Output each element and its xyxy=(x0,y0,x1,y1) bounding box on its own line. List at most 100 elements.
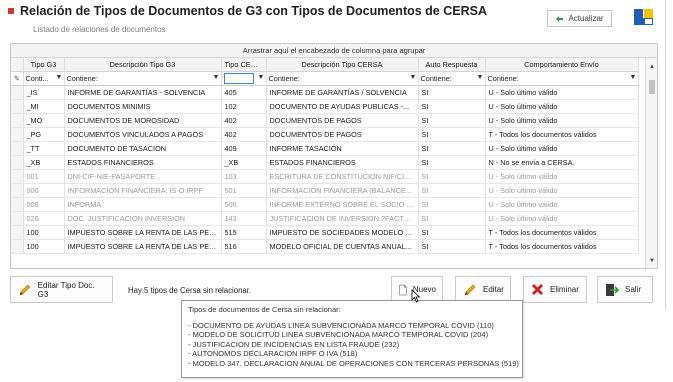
row-indicator[interactable] xyxy=(11,127,24,142)
cell-comportamiento[interactable]: U - Solo último válido xyxy=(485,211,639,226)
cell-auto-respuesta[interactable]: SI xyxy=(418,183,486,198)
cell-desc-g3[interactable]: DOC. JUSTIFICACION INVERSION xyxy=(64,211,222,226)
table-row[interactable]: _IS INFORME DE GARANTÍAS - SOLVENCIA 405 IN… xyxy=(11,85,639,100)
cell-tipo-g3[interactable]: 001 xyxy=(23,169,65,184)
cell-desc-g3[interactable]: DOCUMENTO DE TASACION xyxy=(64,141,222,156)
filter-icon[interactable]: ▼ xyxy=(477,74,484,81)
edit-button[interactable]: Editar xyxy=(455,276,511,303)
cell-tipo-g3[interactable]: 100 xyxy=(23,225,65,240)
edit-type-g3-button[interactable]: Editar Tipo Doc. G3 xyxy=(10,276,113,303)
cell-auto-respuesta[interactable]: SI xyxy=(418,169,486,184)
cell-desc-cersa[interactable]: DOCUMENTO DE AYUDAS PUBLICAS -... xyxy=(266,99,419,114)
cell-desc-g3[interactable]: ESTADOS FINANCIEROS xyxy=(64,155,222,170)
column-header-tipo-cersa[interactable]: Tipo CERSA xyxy=(221,58,267,72)
filter-tipo-cersa[interactable]: ▼ xyxy=(221,71,267,86)
cell-tipo-g3[interactable]: 026 xyxy=(23,211,65,226)
cell-tipo-g3[interactable]: _MO xyxy=(23,113,65,128)
cell-desc-cersa[interactable]: ESTADOS FINANCIEROS xyxy=(266,155,419,170)
table-row[interactable]: _TT DOCUMENTO DE TASACION 409 INFORME TASAC… xyxy=(11,141,639,156)
row-indicator[interactable] xyxy=(11,225,24,240)
table-row[interactable]: 026 DOC. JUSTIFICACION INVERSION 143 JUSTIF… xyxy=(11,211,639,226)
row-indicator[interactable] xyxy=(11,99,24,114)
cell-desc-g3[interactable]: IMPUESTO SOBRE LA RENTA DE LAS PERS... xyxy=(64,225,222,240)
cell-comportamiento[interactable]: U - Solo último válido xyxy=(485,85,639,100)
filter-icon[interactable]: ▼ xyxy=(410,74,417,81)
cell-tipo-g3[interactable]: _XB xyxy=(23,155,65,170)
filter-desc-cersa[interactable]: Contiene: ▼ xyxy=(266,71,419,86)
row-indicator[interactable] xyxy=(11,211,24,226)
cell-desc-cersa[interactable]: INFORME EXTERNO SOBRE EL SOCIO (I... xyxy=(266,197,419,212)
row-indicator[interactable] xyxy=(11,141,24,156)
cell-desc-cersa[interactable]: IMPUESTO DE SOCIEDADES MODELO 2... xyxy=(266,225,419,240)
cell-comportamiento[interactable]: U - Solo último válido xyxy=(485,99,639,114)
column-header-desc-cersa[interactable]: Descripción Tipo CERSA xyxy=(266,58,419,72)
table-row[interactable]: _MO DOCUMENTOS DE MOROSIDAD 402 DOCUMENTOS … xyxy=(11,113,639,128)
delete-button[interactable]: Eliminar xyxy=(523,276,587,303)
cell-tipo-g3[interactable]: _PG xyxy=(23,127,65,142)
column-header-tipo-g3[interactable]: Tipo G3 xyxy=(23,58,65,72)
cell-tipo-g3[interactable]: 100 xyxy=(23,239,65,254)
column-header-comportamiento[interactable]: Comportamiento Envío xyxy=(485,58,639,72)
cell-desc-g3[interactable]: INFORMACIÓN FINANCIERA: IS O IRPF xyxy=(64,183,222,198)
cell-tipo-cersa[interactable]: _XB xyxy=(221,155,267,170)
table-row[interactable]: _MI DOCUMENTOS MINIMIS 102 DOCUMENTO DE AYU… xyxy=(11,99,639,114)
cell-comportamiento[interactable]: T - Todos los documentos válidos xyxy=(485,225,639,240)
table-row[interactable]: _XB ESTADOS FINANCIEROS _XB ESTADOS FINANCI… xyxy=(11,155,639,170)
cell-tipo-cersa[interactable]: 516 xyxy=(221,239,267,254)
cell-desc-cersa[interactable]: JUSTIFICACION DE INVERSION ?FACTUR... xyxy=(266,211,419,226)
row-indicator[interactable] xyxy=(11,85,24,100)
cell-tipo-cersa[interactable]: 103 xyxy=(221,169,267,184)
exit-button[interactable]: Salir xyxy=(597,276,653,303)
column-header-desc-g3[interactable]: Descripción Tipo G3 xyxy=(64,58,222,72)
cell-tipo-cersa[interactable]: 143 xyxy=(221,211,267,226)
cell-desc-g3[interactable]: DNI-CIF-NIE-PASAPORTE xyxy=(64,169,222,184)
vertical-scrollbar[interactable]: ▲ ▼ xyxy=(645,58,657,268)
filter-icon[interactable]: ▼ xyxy=(56,74,63,81)
cell-tipo-cersa[interactable]: 102 xyxy=(221,99,267,114)
cell-desc-g3[interactable]: DOCUMENTOS MINIMIS xyxy=(64,99,222,114)
filter-desc-g3[interactable]: Contiene: ▼ xyxy=(64,71,222,86)
cell-desc-cersa[interactable]: MODELO OFICIAL DE CUENTAS ANUAL... xyxy=(266,239,419,254)
cell-comportamiento[interactable]: U - Solo último válido xyxy=(485,113,639,128)
row-indicator[interactable] xyxy=(11,197,24,212)
scroll-up-icon[interactable]: ▲ xyxy=(649,64,655,70)
cell-auto-respuesta[interactable]: SI xyxy=(418,155,486,170)
cell-tipo-g3[interactable]: _IS xyxy=(23,85,65,100)
cell-desc-g3[interactable]: IMPUESTO SOBRE LA RENTA DE LAS PERS... xyxy=(64,239,222,254)
cell-desc-g3[interactable]: INFORMA xyxy=(64,197,222,212)
filter-icon[interactable]: ▼ xyxy=(213,74,220,81)
scroll-thumb[interactable] xyxy=(649,80,655,94)
cell-auto-respuesta[interactable]: SI xyxy=(418,127,486,142)
cell-comportamiento[interactable]: N - No se envía a CERSA. xyxy=(485,155,639,170)
cell-auto-respuesta[interactable]: SI xyxy=(418,85,486,100)
filter-auto-respuesta[interactable]: Contiene: ▼ xyxy=(418,71,486,86)
cell-tipo-cersa[interactable]: 402 xyxy=(221,127,267,142)
cell-desc-cersa[interactable]: DOCUMENTOS DE PAGOS xyxy=(266,113,419,128)
cell-tipo-g3[interactable]: 008 xyxy=(23,197,65,212)
cell-desc-g3[interactable]: DOCUMENTOS VINCULADOS A PAGOS xyxy=(64,127,222,142)
cell-tipo-cersa[interactable]: 506 xyxy=(221,197,267,212)
cell-comportamiento[interactable]: U - Solo último válido xyxy=(485,169,639,184)
cell-comportamiento[interactable]: T - Todos los documentos válidos xyxy=(485,127,639,142)
table-row[interactable]: 001 DNI-CIF-NIE-PASAPORTE 103 ESCRITURA DE … xyxy=(11,169,639,184)
filter-comportamiento[interactable]: Contiene: ▼ xyxy=(485,71,639,86)
cell-desc-cersa[interactable]: INFORME TASACIÓN xyxy=(266,141,419,156)
cell-comportamiento[interactable]: T - Todos los documentos válidos xyxy=(485,239,639,254)
cell-comportamiento[interactable]: U - Solo último válido xyxy=(485,197,639,212)
cell-auto-respuesta[interactable]: SI xyxy=(418,99,486,114)
row-indicator[interactable] xyxy=(11,155,24,170)
filter-input[interactable] xyxy=(223,72,254,84)
refresh-button[interactable]: Actualizar xyxy=(547,10,612,27)
group-by-panel[interactable]: Arrastrar aquí el encabezado de columna … xyxy=(11,44,657,58)
column-header-auto-respuesta[interactable]: Auto Respuesta xyxy=(418,58,486,72)
cell-auto-respuesta[interactable]: SI xyxy=(418,141,486,156)
table-row[interactable]: 008 INFORMA 506 INFORME EXTERNO SOBRE EL SO… xyxy=(11,197,639,212)
cell-tipo-cersa[interactable]: 515 xyxy=(221,225,267,240)
filter-tipo-g3[interactable]: Conti... ▼ xyxy=(23,71,65,86)
table-row[interactable]: 100 IMPUESTO SOBRE LA RENTA DE LAS PERS..… xyxy=(11,239,639,254)
table-row[interactable]: _PG DOCUMENTOS VINCULADOS A PAGOS 402 DOCUM… xyxy=(11,127,639,142)
cell-tipo-g3[interactable]: _TT xyxy=(23,141,65,156)
cell-auto-respuesta[interactable]: SI xyxy=(418,197,486,212)
row-indicator[interactable] xyxy=(11,113,24,128)
cell-desc-cersa[interactable]: ESCRITURA DE CONSTITUCION NIF/CIF/... xyxy=(266,169,419,184)
